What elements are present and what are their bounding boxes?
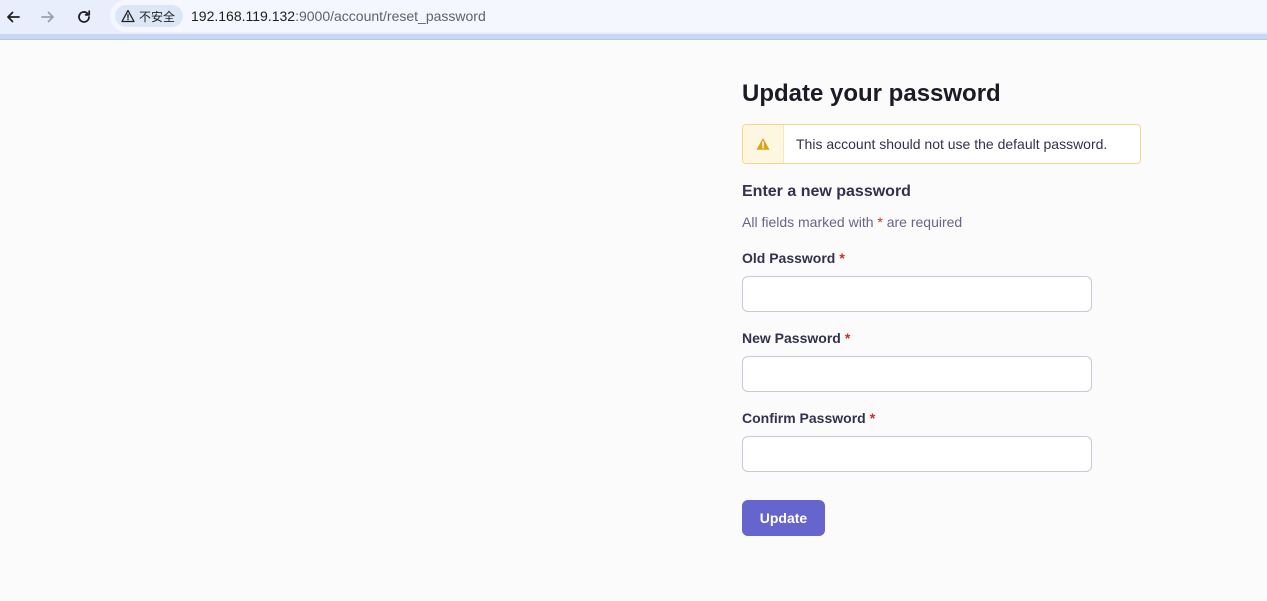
browser-toolbar-divider — [0, 34, 1267, 40]
security-indicator[interactable]: 不安全 — [115, 5, 184, 27]
required-note-prefix: All fields marked with — [742, 214, 878, 230]
required-fields-note: All fields marked with * are required — [742, 214, 962, 230]
confirm-password-input[interactable] — [742, 436, 1092, 472]
arrow-right-icon — [41, 11, 54, 23]
required-star: * — [844, 330, 851, 346]
old-password-input[interactable] — [742, 276, 1092, 312]
back-button[interactable] — [1, 5, 25, 29]
new-password-input[interactable] — [742, 356, 1092, 392]
alert-message: This account should not use the default … — [796, 136, 1108, 152]
section-heading: Enter a new password — [742, 183, 911, 200]
arrow-left-icon — [7, 11, 20, 23]
reload-icon — [78, 10, 91, 23]
confirm-password-label: Confirm Password * — [742, 410, 875, 426]
old-password-label-text: Old Password — [742, 250, 836, 266]
warning-triangle-icon — [121, 9, 135, 23]
reload-button[interactable] — [72, 5, 96, 29]
url-text[interactable]: 192.168.119.132:9000/account/reset_passw… — [191, 8, 486, 24]
update-button[interactable]: Update — [742, 500, 825, 536]
required-note-suffix: are required — [882, 214, 963, 230]
old-password-label: Old Password * — [742, 250, 845, 266]
url-path: :9000/account/reset_password — [295, 8, 486, 24]
confirm-password-label-text: Confirm Password — [742, 410, 866, 426]
security-label: 不安全 — [139, 9, 176, 24]
warning-triangle-icon — [756, 138, 770, 150]
required-star: * — [869, 410, 876, 426]
new-password-label-text: New Password — [742, 330, 841, 346]
warning-alert: This account should not use the default … — [742, 124, 1141, 164]
forward-button[interactable] — [36, 5, 60, 29]
required-star: * — [839, 250, 845, 266]
new-password-label: New Password * — [742, 330, 850, 346]
page-title: Update your password — [742, 80, 1001, 107]
alert-icon-container — [743, 125, 784, 163]
url-host: 192.168.119.132 — [191, 8, 296, 24]
